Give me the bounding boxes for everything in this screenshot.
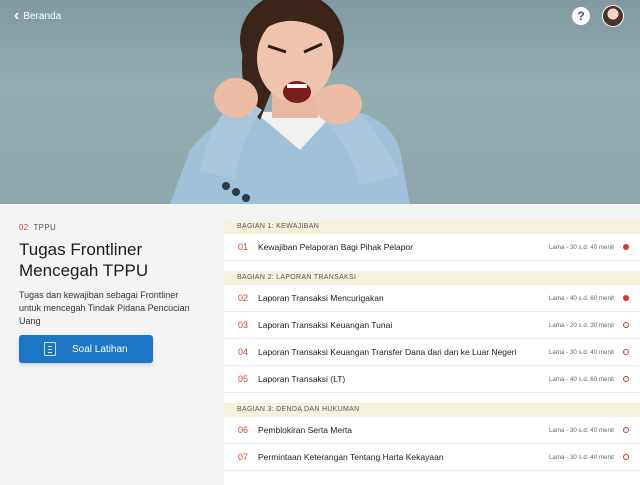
list-item[interactable]: 04 Laporan Transaksi Keuangan Transfer D…	[224, 339, 640, 366]
module-list: BAGIAN 1: KEWAJIBAN 01 Kewajiban Pelapor…	[224, 220, 640, 485]
item-number: 04	[238, 347, 249, 357]
back-button[interactable]: ‹ Beranda	[14, 8, 61, 24]
item-duration: Lama - 20 s.d. 30 menit	[548, 321, 614, 329]
avatar[interactable]	[602, 5, 624, 27]
item-number: 01	[238, 242, 249, 252]
item-number: 06	[238, 425, 249, 435]
hero-banner: ‹ Beranda ?	[0, 0, 640, 204]
practice-button-label: Soal Latihan	[72, 343, 128, 355]
status-dot-icon	[623, 295, 629, 301]
status-dot-icon	[623, 244, 629, 250]
item-duration: Lama - 40 s.d. 60 menit	[548, 375, 614, 383]
item-number: 03	[238, 320, 249, 330]
item-duration: Lama - 30 s.d. 40 menit	[548, 243, 614, 251]
list-item[interactable]: 02 Laporan Transaksi Mencurigakan Lama -…	[224, 285, 640, 312]
status-dot-icon	[623, 427, 629, 433]
help-icon[interactable]: ?	[572, 7, 590, 25]
list-item[interactable]: 07 Permintaan Keterangan Tentang Harta K…	[224, 444, 640, 471]
practice-button[interactable]: Soal Latihan	[19, 335, 153, 363]
list-item[interactable]: 03 Laporan Transaksi Keuangan Tunai Lama…	[224, 312, 640, 339]
status-dot-icon	[623, 376, 629, 382]
section-header: BAGIAN 3: DENDA DAN HUKUMAN	[224, 403, 640, 417]
item-duration: Lama - 40 s.d. 60 menit	[548, 294, 614, 302]
lesson-title: Tugas Frontliner Mencegah TPPU	[19, 240, 149, 280]
lesson-description: Tugas dan kewajiban sebagai Frontliner u…	[19, 290, 190, 326]
section-header: BAGIAN 2: LAPORAN TRANSAKSI	[224, 271, 640, 285]
status-dot-icon	[623, 349, 629, 355]
hero-photo	[170, 0, 410, 204]
status-dot-icon	[623, 454, 629, 460]
back-label: Beranda	[23, 10, 62, 22]
status-dot-icon	[623, 322, 629, 328]
lesson-breadcrumb: 02 TPPU	[19, 223, 205, 232]
lesson-info-panel: 02 TPPU Tugas Frontliner Mencegah TPPU Tu…	[0, 204, 224, 485]
section-header: BAGIAN 1: KEWAJIBAN	[224, 220, 640, 234]
document-icon	[44, 342, 56, 356]
list-item[interactable]: 01 Kewajiban Pelaporan Bagi Pihak Pelapo…	[224, 234, 640, 261]
chevron-left-icon: ‹	[14, 7, 20, 24]
item-number: 07	[238, 452, 249, 462]
list-item[interactable]: 05 Laporan Transaksi (LT) Lama - 40 s.d.…	[224, 366, 640, 393]
item-duration: Lama - 30 s.d. 40 menit	[548, 348, 614, 356]
item-number: 02	[238, 293, 249, 303]
item-duration: Lama - 30 s.d. 40 menit	[548, 426, 614, 434]
item-duration: Lama - 30 s.d. 40 menit	[548, 453, 614, 461]
list-item[interactable]: 06 Pemblokiran Serta Merta Lama - 30 s.d…	[224, 417, 640, 444]
lesson-category: TPPU	[33, 223, 57, 232]
item-number: 05	[238, 374, 249, 384]
lesson-number: 02	[19, 223, 29, 232]
